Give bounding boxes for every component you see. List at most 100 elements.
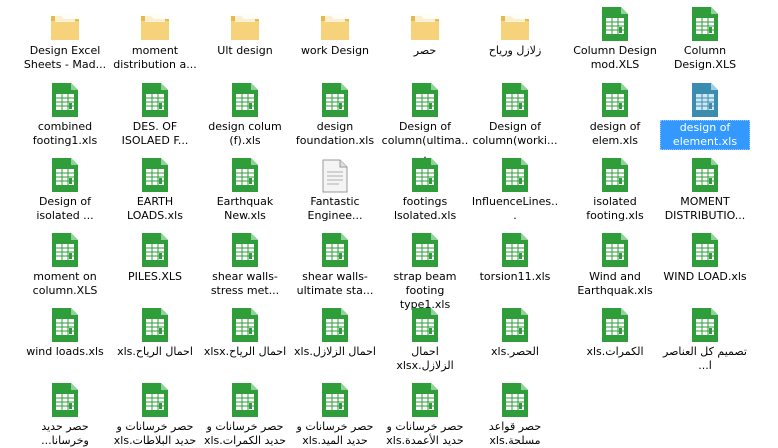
spreadsheet-icon xyxy=(221,78,269,118)
file-item[interactable]: احمال الزلازل.xls xyxy=(289,303,381,359)
file-label: تصميم كل العناصر ا... xyxy=(663,345,747,372)
file-item[interactable]: wind loads.xls xyxy=(19,303,111,359)
file-item[interactable]: حصر قواعد مسلحة.xls xyxy=(469,378,561,448)
file-label: isolated footing.xls xyxy=(586,195,644,222)
file-label: Design Excel Sheets - Mad... xyxy=(23,44,107,71)
file-label: InfluenceLines... xyxy=(471,195,559,222)
spreadsheet-icon xyxy=(401,78,449,118)
spreadsheet-icon xyxy=(131,378,179,418)
file-item[interactable]: design foundation.xls xyxy=(289,78,381,148)
file-label: footings Isolated.xls xyxy=(393,195,457,222)
file-item[interactable]: Design Excel Sheets - Mad... xyxy=(19,2,111,72)
folder-icon xyxy=(221,2,269,42)
file-label: moment distribution a... xyxy=(113,44,197,71)
file-item[interactable]: EARTH LOADS.xls xyxy=(109,153,201,223)
file-label: حصر حديد وخرسانا... xyxy=(41,420,89,447)
file-item[interactable]: حصر xyxy=(379,2,471,58)
file-item[interactable]: isolated footing.xls xyxy=(569,153,661,223)
file-item[interactable]: torsion11.xls xyxy=(469,228,561,284)
file-item[interactable]: Ult design xyxy=(199,2,291,58)
spreadsheet-icon xyxy=(221,303,269,343)
file-label: حصر خرسانات و حديد البلاطات.xls xyxy=(113,420,197,447)
file-item[interactable]: design colum (f).xls xyxy=(199,78,291,148)
spreadsheet-icon xyxy=(591,228,639,268)
file-item[interactable]: DES. OF ISOLAED F... xyxy=(109,78,201,148)
file-label: حصر xyxy=(413,44,437,57)
file-label: MOMENT DISTRIBUTIO... xyxy=(664,195,746,222)
file-item[interactable]: moment distribution a... xyxy=(109,2,201,72)
file-item[interactable]: احمال الزلازل.xlsx xyxy=(379,303,471,373)
file-label: design foundation.xls xyxy=(295,120,375,147)
file-label: زلازل ورياح xyxy=(488,44,542,57)
file-grid: Design Excel Sheets - Mad... moment dist… xyxy=(0,0,778,448)
file-label: DES. OF ISOLAED F... xyxy=(121,120,189,147)
file-item[interactable]: الكمرات.xls xyxy=(569,303,661,359)
file-item[interactable]: combined footing1.xls xyxy=(19,78,111,148)
file-item[interactable]: InfluenceLines... xyxy=(469,153,561,223)
file-label: Design of isolated ... xyxy=(36,195,94,222)
file-item[interactable]: الحصر.xls xyxy=(469,303,561,359)
file-item[interactable]: WIND LOAD.xls xyxy=(659,228,751,284)
file-label: WIND LOAD.xls xyxy=(663,270,747,283)
file-item[interactable]: احمال الرياح.xlsx xyxy=(199,303,291,359)
spreadsheet-icon xyxy=(491,228,539,268)
file-item[interactable]: Wind and Earthquak.xls xyxy=(569,228,661,298)
spreadsheet-icon xyxy=(681,2,729,42)
file-item[interactable]: design of element.xls xyxy=(659,78,751,150)
spreadsheet-icon xyxy=(491,153,539,193)
file-item[interactable]: تصميم كل العناصر ا... xyxy=(659,303,751,373)
spreadsheet-icon xyxy=(221,378,269,418)
file-label: EARTH LOADS.xls xyxy=(127,195,183,222)
file-label: حصر خرسانات و حديد الميد.xls xyxy=(296,420,374,447)
file-item[interactable]: work Design xyxy=(289,2,381,58)
file-label: حصر خرسانات و حديد الأعمدة.xls xyxy=(386,420,464,447)
spreadsheet-icon xyxy=(131,228,179,268)
file-item[interactable]: strap beam footing type1.xls xyxy=(379,228,471,312)
file-label: الحصر.xls xyxy=(491,345,539,358)
spreadsheet-icon xyxy=(311,228,359,268)
file-item[interactable]: حصر حديد وخرسانا... xyxy=(19,378,111,448)
file-label: احمال الزلازل.xlsx xyxy=(396,345,454,372)
file-item[interactable]: حصر خرسانات و حديد البلاطات.xls xyxy=(109,378,201,448)
text-file-icon xyxy=(311,153,359,193)
file-item[interactable]: Fantastic Enginee... xyxy=(289,153,381,223)
file-item[interactable]: Column Design mod.XLS xyxy=(569,2,661,72)
spreadsheet-icon xyxy=(491,78,539,118)
spreadsheet-icon xyxy=(681,303,729,343)
file-item[interactable]: MOMENT DISTRIBUTIO... xyxy=(659,153,751,223)
file-item[interactable]: Column Design.XLS xyxy=(659,2,751,72)
spreadsheet-icon xyxy=(491,378,539,418)
file-label: حصر خرسانات و حديد الكمرات.xls xyxy=(203,420,287,447)
spreadsheet-icon xyxy=(41,228,89,268)
file-label: Earthquak New.xls xyxy=(216,195,274,222)
spreadsheet-icon xyxy=(681,78,729,118)
spreadsheet-icon xyxy=(131,78,179,118)
file-label: Fantastic Enginee... xyxy=(307,195,363,222)
file-item[interactable]: حصر خرسانات و حديد الميد.xls xyxy=(289,378,381,448)
file-item[interactable]: footings Isolated.xls xyxy=(379,153,471,223)
spreadsheet-icon xyxy=(131,153,179,193)
file-label: design of element.xls xyxy=(660,120,750,150)
spreadsheet-icon xyxy=(591,2,639,42)
file-item[interactable]: Earthquak New.xls xyxy=(199,153,291,223)
file-item[interactable]: shear walls-ultimate sta... xyxy=(289,228,381,298)
file-item[interactable]: PILES.XLS xyxy=(109,228,201,284)
folder-icon xyxy=(491,2,539,42)
file-item[interactable]: shear walls-stress met... xyxy=(199,228,291,298)
file-item[interactable]: حصر خرسانات و حديد الكمرات.xls xyxy=(199,378,291,448)
file-item[interactable]: Design of isolated ... xyxy=(19,153,111,223)
file-item[interactable]: زلازل ورياح xyxy=(469,2,561,58)
spreadsheet-icon xyxy=(401,378,449,418)
file-label: احمال الرياح.xls xyxy=(117,345,193,358)
file-item[interactable]: Design of column(ultima... xyxy=(379,78,471,162)
file-item[interactable]: احمال الرياح.xls xyxy=(109,303,201,359)
file-item[interactable]: حصر خرسانات و حديد الأعمدة.xls xyxy=(379,378,471,448)
spreadsheet-icon xyxy=(41,153,89,193)
file-label: combined footing1.xls xyxy=(32,120,98,147)
file-item[interactable]: Design of column(worki... xyxy=(469,78,561,148)
spreadsheet-icon xyxy=(401,228,449,268)
file-item[interactable]: moment on column.XLS xyxy=(19,228,111,298)
file-item[interactable]: design of elem.xls xyxy=(569,78,661,148)
folder-icon xyxy=(41,2,89,42)
file-label: احمال الزلازل.xls xyxy=(294,345,376,358)
